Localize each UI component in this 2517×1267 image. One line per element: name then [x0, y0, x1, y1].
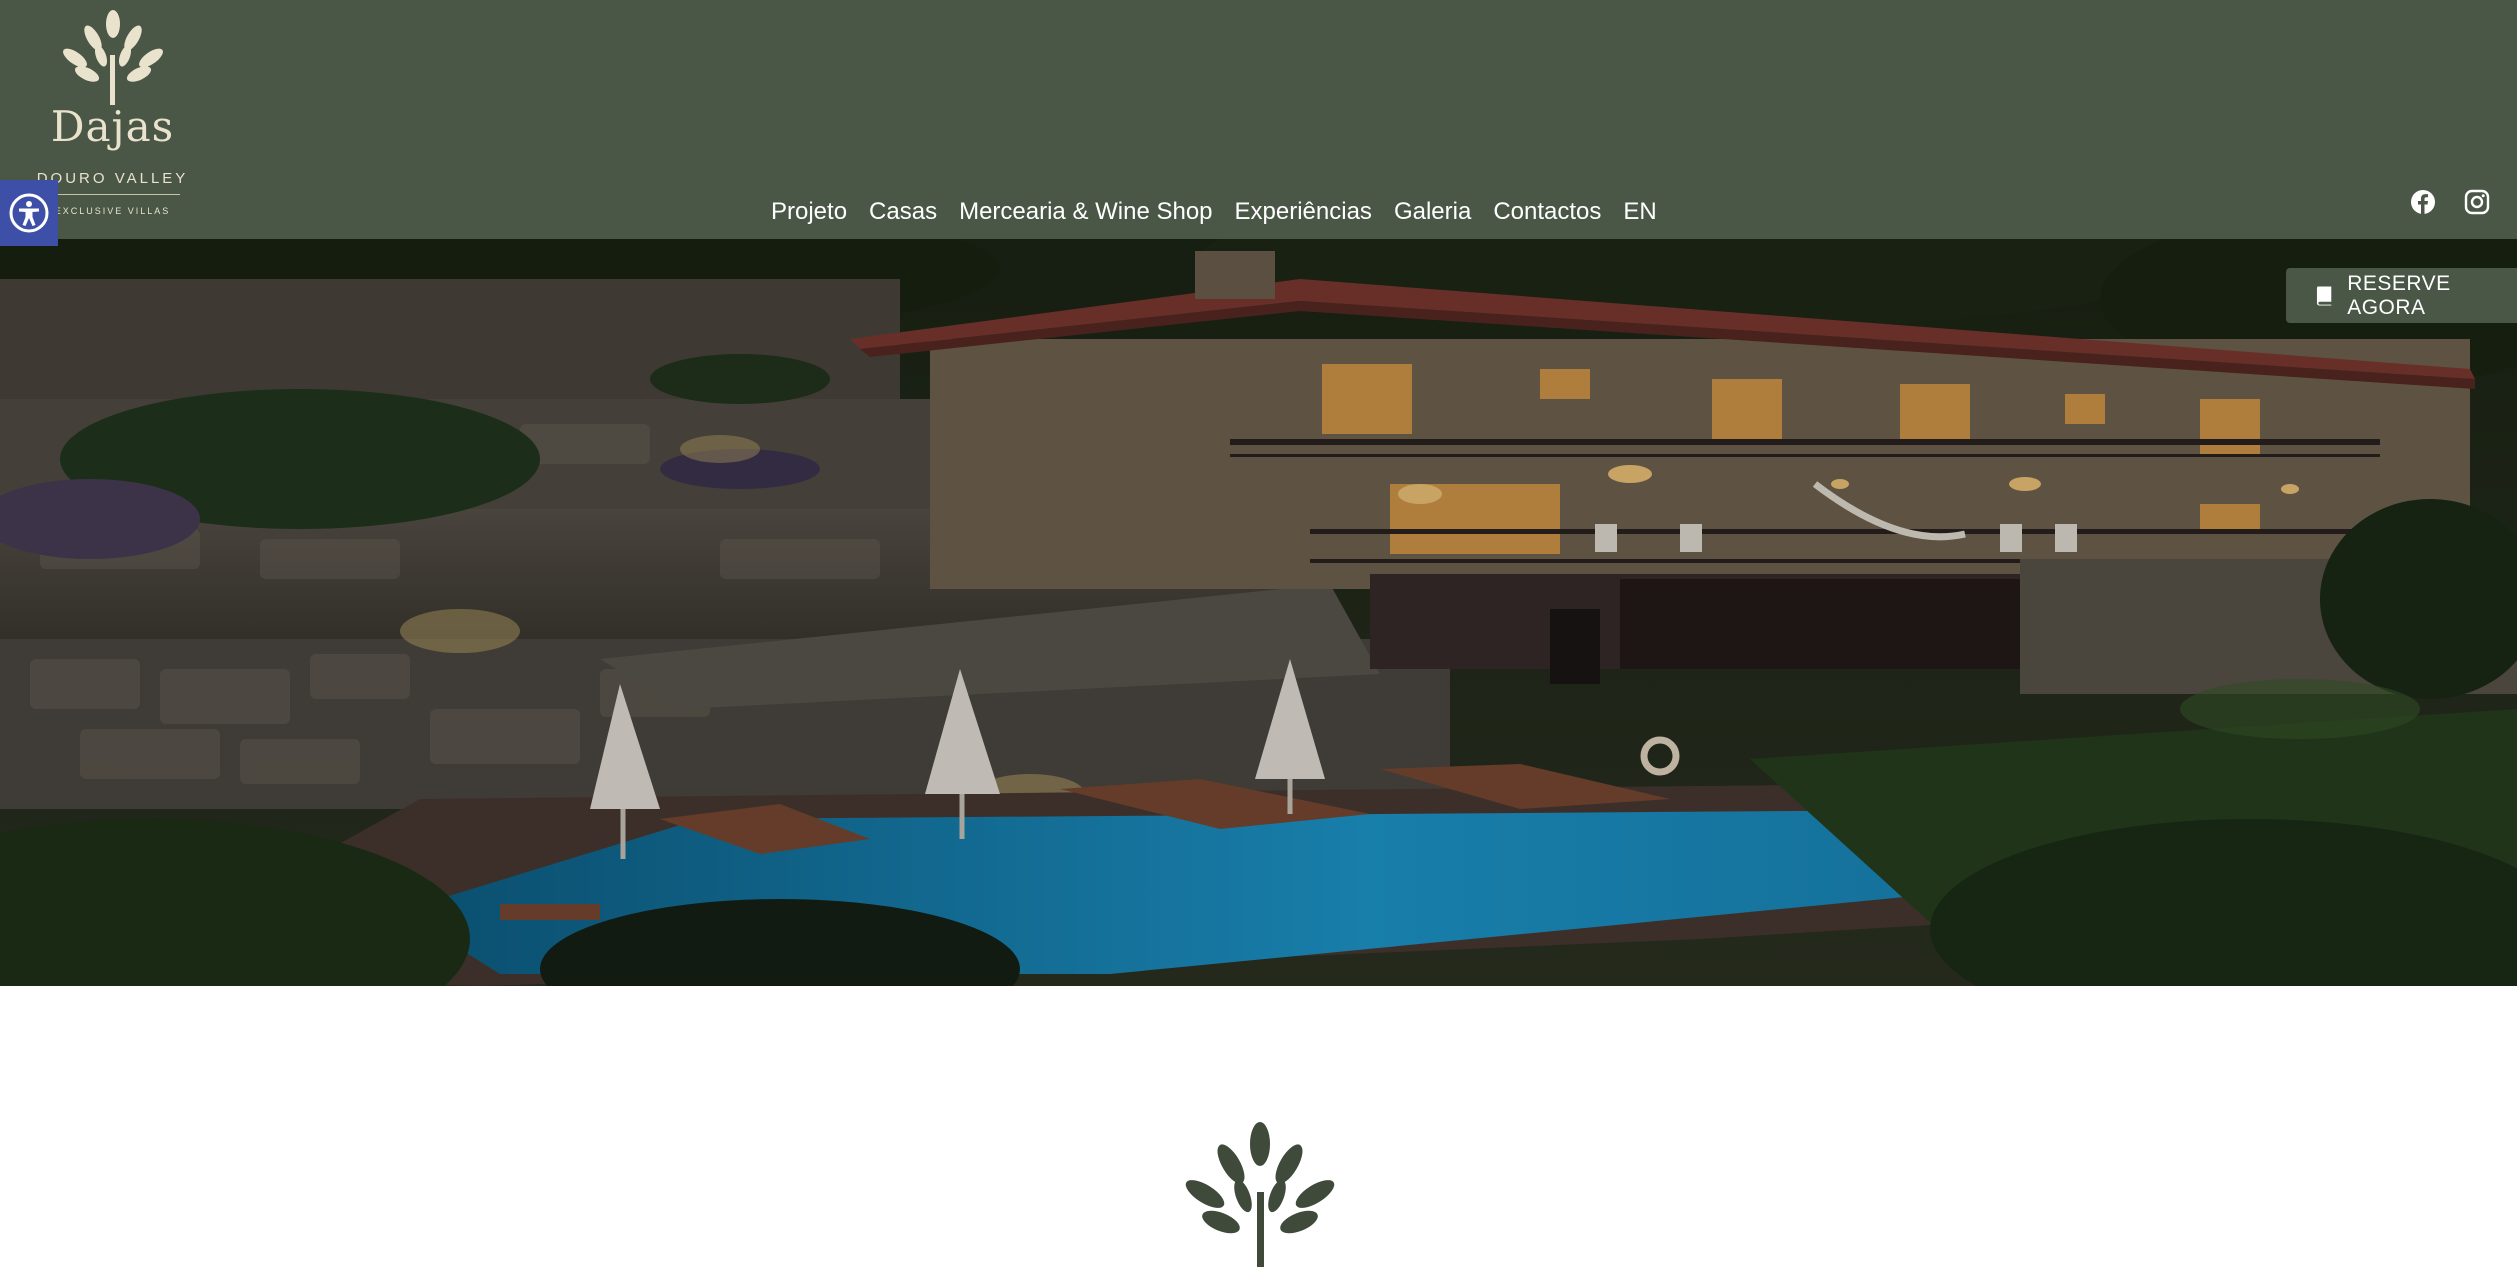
main-nav: Projeto Casas Mercearia & Wine Shop Expe…: [760, 192, 1668, 232]
hero-image: [0, 239, 2517, 986]
accessibility-icon: [9, 193, 49, 233]
nav-item-experiencias[interactable]: Experiências: [1224, 198, 1383, 226]
logo-name: Dajas: [50, 102, 175, 151]
nav-item-projeto[interactable]: Projeto: [760, 198, 858, 226]
accessibility-button[interactable]: [0, 180, 58, 246]
tree-emblem-icon: [1185, 1122, 1335, 1267]
instagram-icon[interactable]: [2463, 188, 2491, 216]
nav-item-mercearia-wine-shop[interactable]: Mercearia & Wine Shop: [948, 198, 1223, 226]
villa-pool-night-photo: [0, 239, 2517, 986]
reserve-now-button[interactable]: RESERVE AGORA: [2286, 268, 2517, 323]
reserve-now-label: RESERVE AGORA: [2347, 271, 2451, 319]
nav-item-casas[interactable]: Casas: [858, 198, 948, 226]
facebook-icon[interactable]: [2409, 188, 2437, 216]
logo-divider: [45, 194, 180, 195]
site-header: Dajas DOURO VALLEY EXCLUSIVE VILLAS Proj…: [0, 0, 2517, 239]
book-icon: [2316, 285, 2332, 306]
tree-logo-icon: [62, 10, 163, 105]
nav-item-contactos[interactable]: Contactos: [1482, 198, 1612, 226]
nav-item-language-en[interactable]: EN: [1612, 198, 1667, 226]
nav-item-galeria[interactable]: Galeria: [1383, 198, 1482, 226]
